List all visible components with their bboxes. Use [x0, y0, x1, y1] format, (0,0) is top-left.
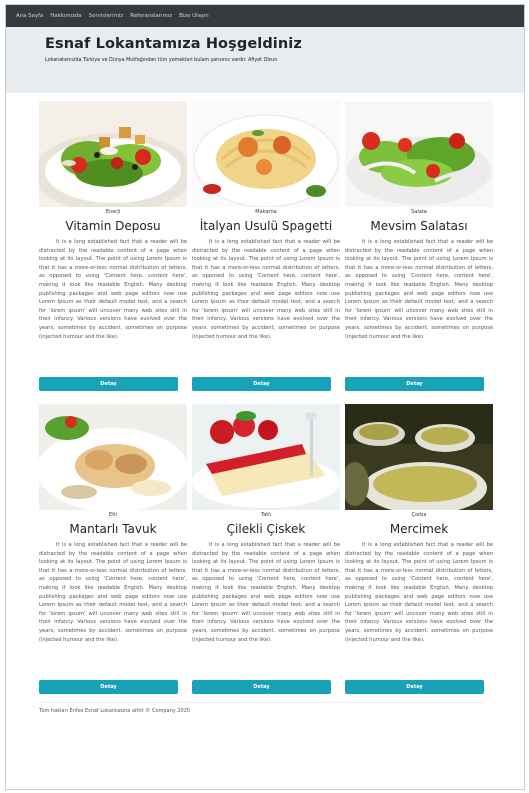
- page-title: Esnaf Lokantamıza Hoşgeldiniz: [45, 36, 302, 52]
- card-text: It is a long established fact that a rea…: [345, 239, 493, 340]
- card-text: It is a long established fact that a rea…: [39, 542, 187, 643]
- card-category: Etli: [109, 512, 117, 518]
- menu-card-spaghetti: Makarna İtalyan Usulü Spagetti It is a l…: [192, 101, 340, 391]
- card-category: Enerji: [105, 209, 121, 215]
- footer-divider: [39, 702, 485, 703]
- card-text: It is a long established fact that a rea…: [192, 542, 340, 643]
- card-title: Vitamin Deposu: [65, 219, 161, 233]
- menu-card-vitamin: Enerji Vitamin Deposu It is a long estab…: [39, 101, 187, 391]
- card-image-chicken: [39, 404, 187, 510]
- menu-card-mushroom-chicken: Etli Mantarlı Tavuk It is a long establi…: [39, 404, 187, 694]
- card-text: It is a long established fact that a rea…: [345, 542, 493, 643]
- menu-card-lentil-soup: Çorba Mercimek It is a long established …: [345, 404, 493, 694]
- card-text: It is a long established fact that a rea…: [192, 239, 340, 340]
- hero-jumbotron: Esnaf Lokantamıza Hoşgeldiniz Lokanatamı…: [6, 27, 524, 93]
- footer-text: Tüm hakları Enfes Esnaf Lokantasına aitt…: [39, 708, 191, 714]
- card-category: Tatlı: [260, 512, 272, 518]
- nav-link-references[interactable]: Referanslarımız: [130, 13, 172, 19]
- nav-link-about[interactable]: Hakkımızda: [50, 13, 81, 19]
- detail-button[interactable]: Detay: [39, 680, 178, 694]
- card-image-green-salad: [345, 101, 493, 207]
- detail-button[interactable]: Detay: [345, 377, 484, 391]
- hero-subtitle: Lokanatamızda Türkiye ve Dünya Mutfağınd…: [45, 58, 278, 63]
- card-title: Mantarlı Tavuk: [69, 522, 157, 536]
- menu-card-season-salad: Salata Mevsim Salatası It is a long esta…: [345, 101, 493, 391]
- menu-card-cheesecake: Tatlı Çilekli Çiskek It is a long establ…: [192, 404, 340, 694]
- card-image-salad: [39, 101, 187, 207]
- card-category: Salata: [411, 209, 427, 215]
- card-category: Makarna: [255, 209, 277, 215]
- detail-button[interactable]: Detay: [345, 680, 484, 694]
- card-category: Çorba: [411, 512, 427, 518]
- nav-link-home[interactable]: Ana Sayfa: [16, 13, 43, 19]
- nav-link-services[interactable]: Servislerimiz: [89, 13, 124, 19]
- card-image-cheesecake: [192, 404, 340, 510]
- detail-button[interactable]: Detay: [39, 377, 178, 391]
- card-title: İtalyan Usulü Spagetti: [199, 219, 333, 233]
- card-title: Mercimek: [389, 522, 449, 536]
- card-title: Çilekli Çiskek: [226, 522, 306, 536]
- card-title: Mevsim Salatası: [370, 219, 468, 233]
- card-image-soup: [345, 404, 493, 510]
- detail-button[interactable]: Detay: [192, 377, 331, 391]
- nav-link-contact[interactable]: Bize Ulaşın: [179, 13, 209, 19]
- card-text: It is a long established fact that a rea…: [39, 239, 187, 340]
- detail-button[interactable]: Detay: [192, 680, 331, 694]
- navbar: Ana Sayfa Hakkımızda Servislerimiz Refer…: [6, 5, 524, 27]
- card-image-pasta: [192, 101, 340, 207]
